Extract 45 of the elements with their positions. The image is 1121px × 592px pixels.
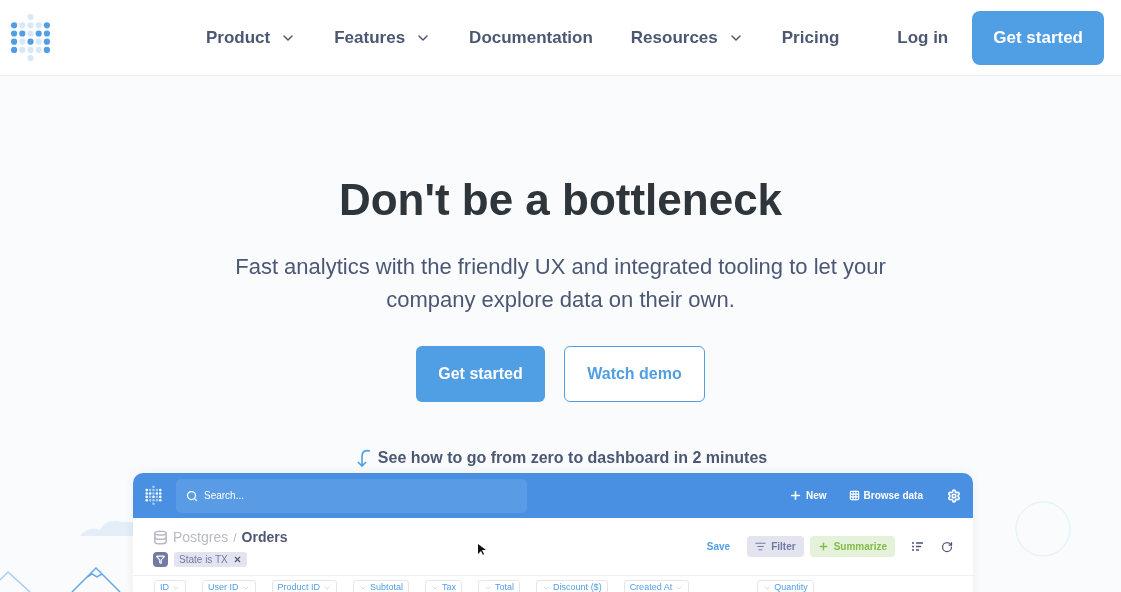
- column-header[interactable]: ID: [154, 580, 186, 592]
- login-link[interactable]: Log in: [897, 24, 949, 51]
- search-field[interactable]: Search...: [176, 478, 527, 513]
- filter-button[interactable]: Filter: [747, 536, 804, 557]
- search-icon: [186, 489, 198, 502]
- column-header[interactable]: Quantity: [757, 580, 814, 592]
- browse-data-button[interactable]: Browse data: [848, 488, 923, 503]
- filter-pill[interactable]: State is TX: [174, 552, 247, 567]
- nav-link[interactable]: Documentation: [469, 24, 593, 51]
- logo-icon[interactable]: [10, 12, 51, 63]
- nav-link[interactable]: Features: [334, 24, 432, 51]
- column-header[interactable]: Tax: [425, 580, 463, 592]
- filter-icon: [755, 541, 767, 552]
- column-header[interactable]: Product ID: [271, 580, 338, 592]
- plus-icon: [817, 541, 829, 552]
- watch-demo-button[interactable]: Watch demo: [564, 346, 705, 402]
- video-link[interactable]: See how to go from zero to dashboard in 2 minutes: [377, 446, 768, 470]
- new-button[interactable]: New: [788, 488, 827, 503]
- plus-icon: [788, 489, 802, 502]
- settings-icon[interactable]: [947, 488, 961, 503]
- column-header[interactable]: Discount ($): [536, 580, 608, 592]
- cursor-icon: [477, 544, 486, 556]
- list-icon[interactable]: [912, 542, 923, 551]
- column-header[interactable]: Total: [478, 580, 521, 592]
- database-icon: [153, 530, 168, 545]
- grid-icon: [848, 490, 860, 501]
- save-button[interactable]: Save: [706, 539, 731, 554]
- breadcrumb-separator: /: [233, 529, 237, 547]
- database-name[interactable]: Postgres: [173, 527, 229, 548]
- close-icon[interactable]: [232, 555, 242, 564]
- hero-title: Don't be a bottleneck: [338, 174, 783, 226]
- table-name: Orders: [241, 528, 288, 547]
- get-started-button[interactable]: Get started: [416, 346, 545, 402]
- filter-icon: [153, 552, 168, 567]
- logo-icon[interactable]: [145, 485, 162, 506]
- summarize-button[interactable]: Summarize: [809, 536, 895, 557]
- nav-link[interactable]: Product: [206, 24, 297, 51]
- column-header[interactable]: Created At: [623, 580, 690, 592]
- refresh-icon[interactable]: [941, 540, 953, 553]
- nav-link[interactable]: Pricing: [781, 24, 840, 51]
- nav-link[interactable]: Resources: [630, 24, 744, 51]
- column-header[interactable]: Subtotal: [353, 580, 410, 592]
- column-header[interactable]: User ID: [202, 580, 256, 592]
- get-started-button[interactable]: Get started: [972, 10, 1104, 65]
- hero-subtitle: Fast analytics with the friendly UX and integrated tooling to let your company explore data on their own.: [234, 253, 887, 314]
